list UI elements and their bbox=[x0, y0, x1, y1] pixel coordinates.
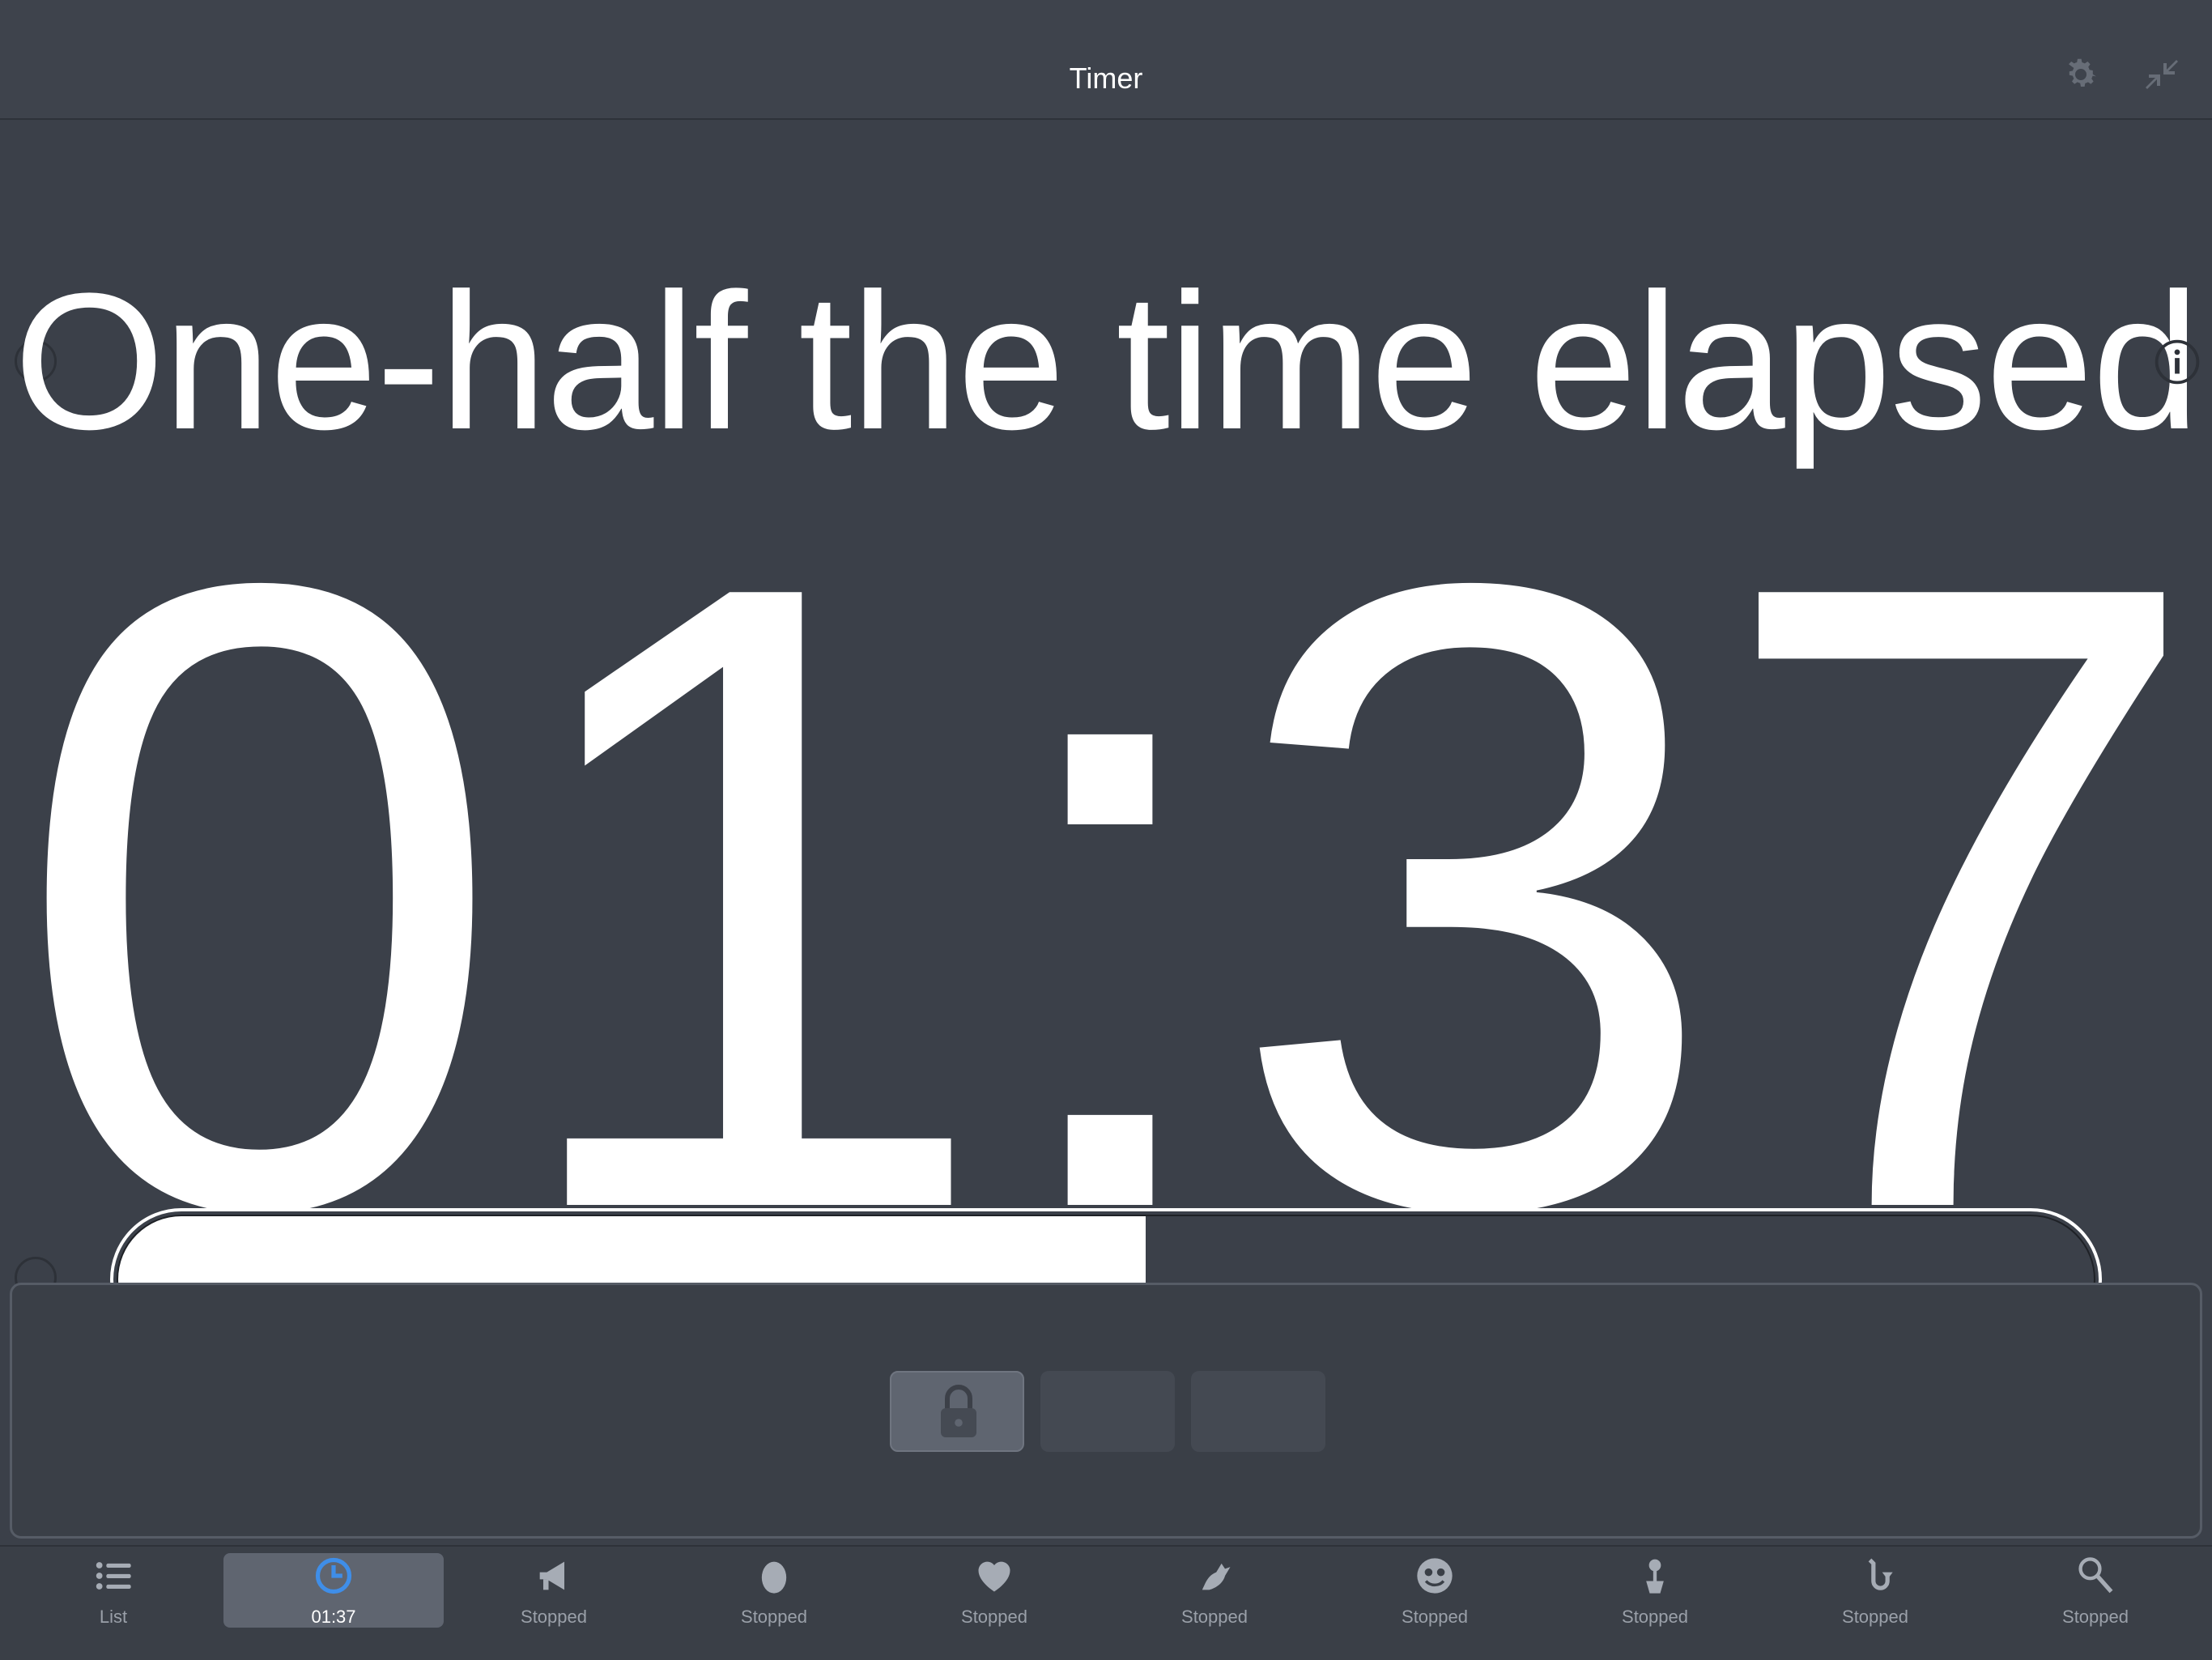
tennis-racket-icon bbox=[2078, 1557, 2113, 1594]
tab-label: Stopped bbox=[961, 1607, 1027, 1627]
flower-pot-icon bbox=[1646, 1559, 1664, 1594]
saxophone-icon bbox=[1868, 1558, 1893, 1590]
gear-icon[interactable] bbox=[2061, 55, 2100, 94]
tab-megaphone[interactable]: Stopped bbox=[444, 1547, 664, 1660]
tab-dragon[interactable]: Stopped bbox=[1104, 1547, 1325, 1660]
control-button-3[interactable] bbox=[1191, 1371, 1325, 1452]
tab-label: Stopped bbox=[521, 1607, 587, 1627]
tab-tennis[interactable]: Stopped bbox=[1985, 1547, 2206, 1660]
tab-egg[interactable]: Stopped bbox=[664, 1547, 884, 1660]
tab-smiley[interactable]: Stopped bbox=[1325, 1547, 1545, 1660]
tab-label: 01:37 bbox=[311, 1607, 356, 1627]
tab-label: Stopped bbox=[741, 1607, 807, 1627]
tab-list[interactable]: List bbox=[3, 1547, 223, 1660]
tab-bar: List 01:37 Stopped Stopped Stopped Stopp… bbox=[0, 1545, 2212, 1660]
smiley-icon bbox=[1417, 1558, 1453, 1594]
tab-saxophone[interactable]: Stopped bbox=[1765, 1547, 1985, 1660]
tab-timer[interactable]: 01:37 bbox=[223, 1547, 444, 1660]
tab-label: Stopped bbox=[1402, 1607, 1468, 1627]
egg-icon bbox=[761, 1561, 787, 1594]
list-icon bbox=[96, 1562, 131, 1590]
lock-button[interactable] bbox=[890, 1371, 1024, 1452]
tab-label: List bbox=[99, 1607, 128, 1627]
top-bar: Timer bbox=[0, 0, 2212, 120]
tab-label: Stopped bbox=[2062, 1607, 2129, 1627]
info-icon[interactable] bbox=[2154, 338, 2201, 385]
tab-label: Stopped bbox=[1181, 1607, 1248, 1627]
control-panel bbox=[10, 1283, 2202, 1539]
heart-icon bbox=[978, 1561, 1010, 1592]
tab-label: Stopped bbox=[1622, 1607, 1688, 1627]
megaphone-icon bbox=[539, 1561, 564, 1590]
tab-flower[interactable]: Stopped bbox=[1545, 1547, 1765, 1660]
timer-icon bbox=[315, 1557, 352, 1594]
window-title: Timer bbox=[1069, 62, 1143, 95]
tab-heart[interactable]: Stopped bbox=[884, 1547, 1104, 1660]
lock-icon bbox=[941, 1385, 976, 1437]
control-button-2[interactable] bbox=[1040, 1371, 1175, 1452]
shrink-icon[interactable] bbox=[2142, 55, 2181, 94]
tab-label: Stopped bbox=[1842, 1607, 1908, 1627]
dragon-icon bbox=[1202, 1563, 1231, 1590]
